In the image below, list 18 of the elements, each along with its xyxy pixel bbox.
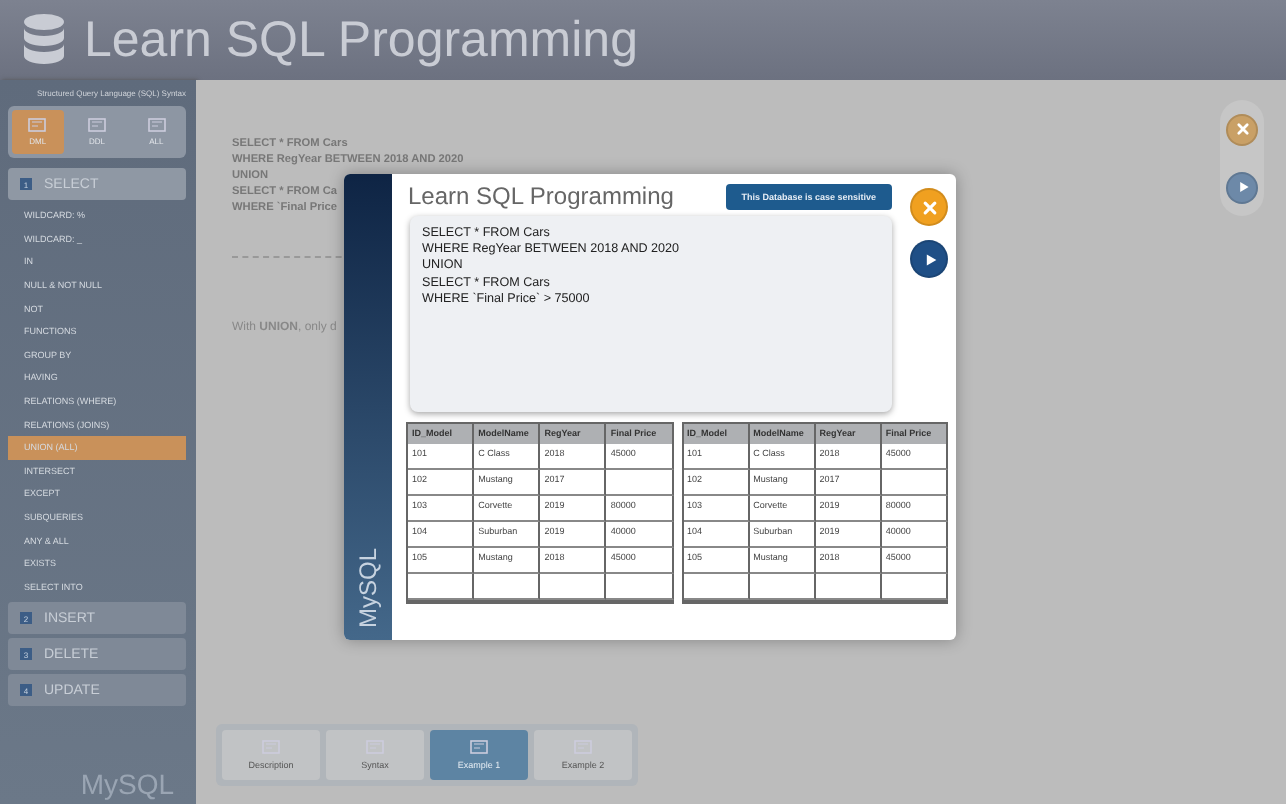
table-cell (606, 470, 673, 496)
close-icon (1235, 122, 1249, 136)
modal-title: Learn SQL Programming (408, 182, 674, 210)
database-icon (24, 14, 64, 66)
screen-icon (88, 118, 106, 132)
screen-icon (147, 118, 166, 132)
play-icon (921, 251, 937, 267)
run-button[interactable] (910, 240, 948, 278)
close-button[interactable] (910, 188, 948, 226)
play-icon (1235, 180, 1249, 194)
table-cell (881, 470, 948, 496)
close-icon (921, 199, 937, 215)
document-icon (470, 740, 488, 754)
play-button[interactable] (1226, 171, 1258, 203)
app-title: Learn SQL Programming (84, 11, 638, 69)
close-button[interactable] (1226, 113, 1258, 145)
modal-side-label: MySQL (354, 547, 382, 628)
screen-icon (28, 118, 47, 132)
